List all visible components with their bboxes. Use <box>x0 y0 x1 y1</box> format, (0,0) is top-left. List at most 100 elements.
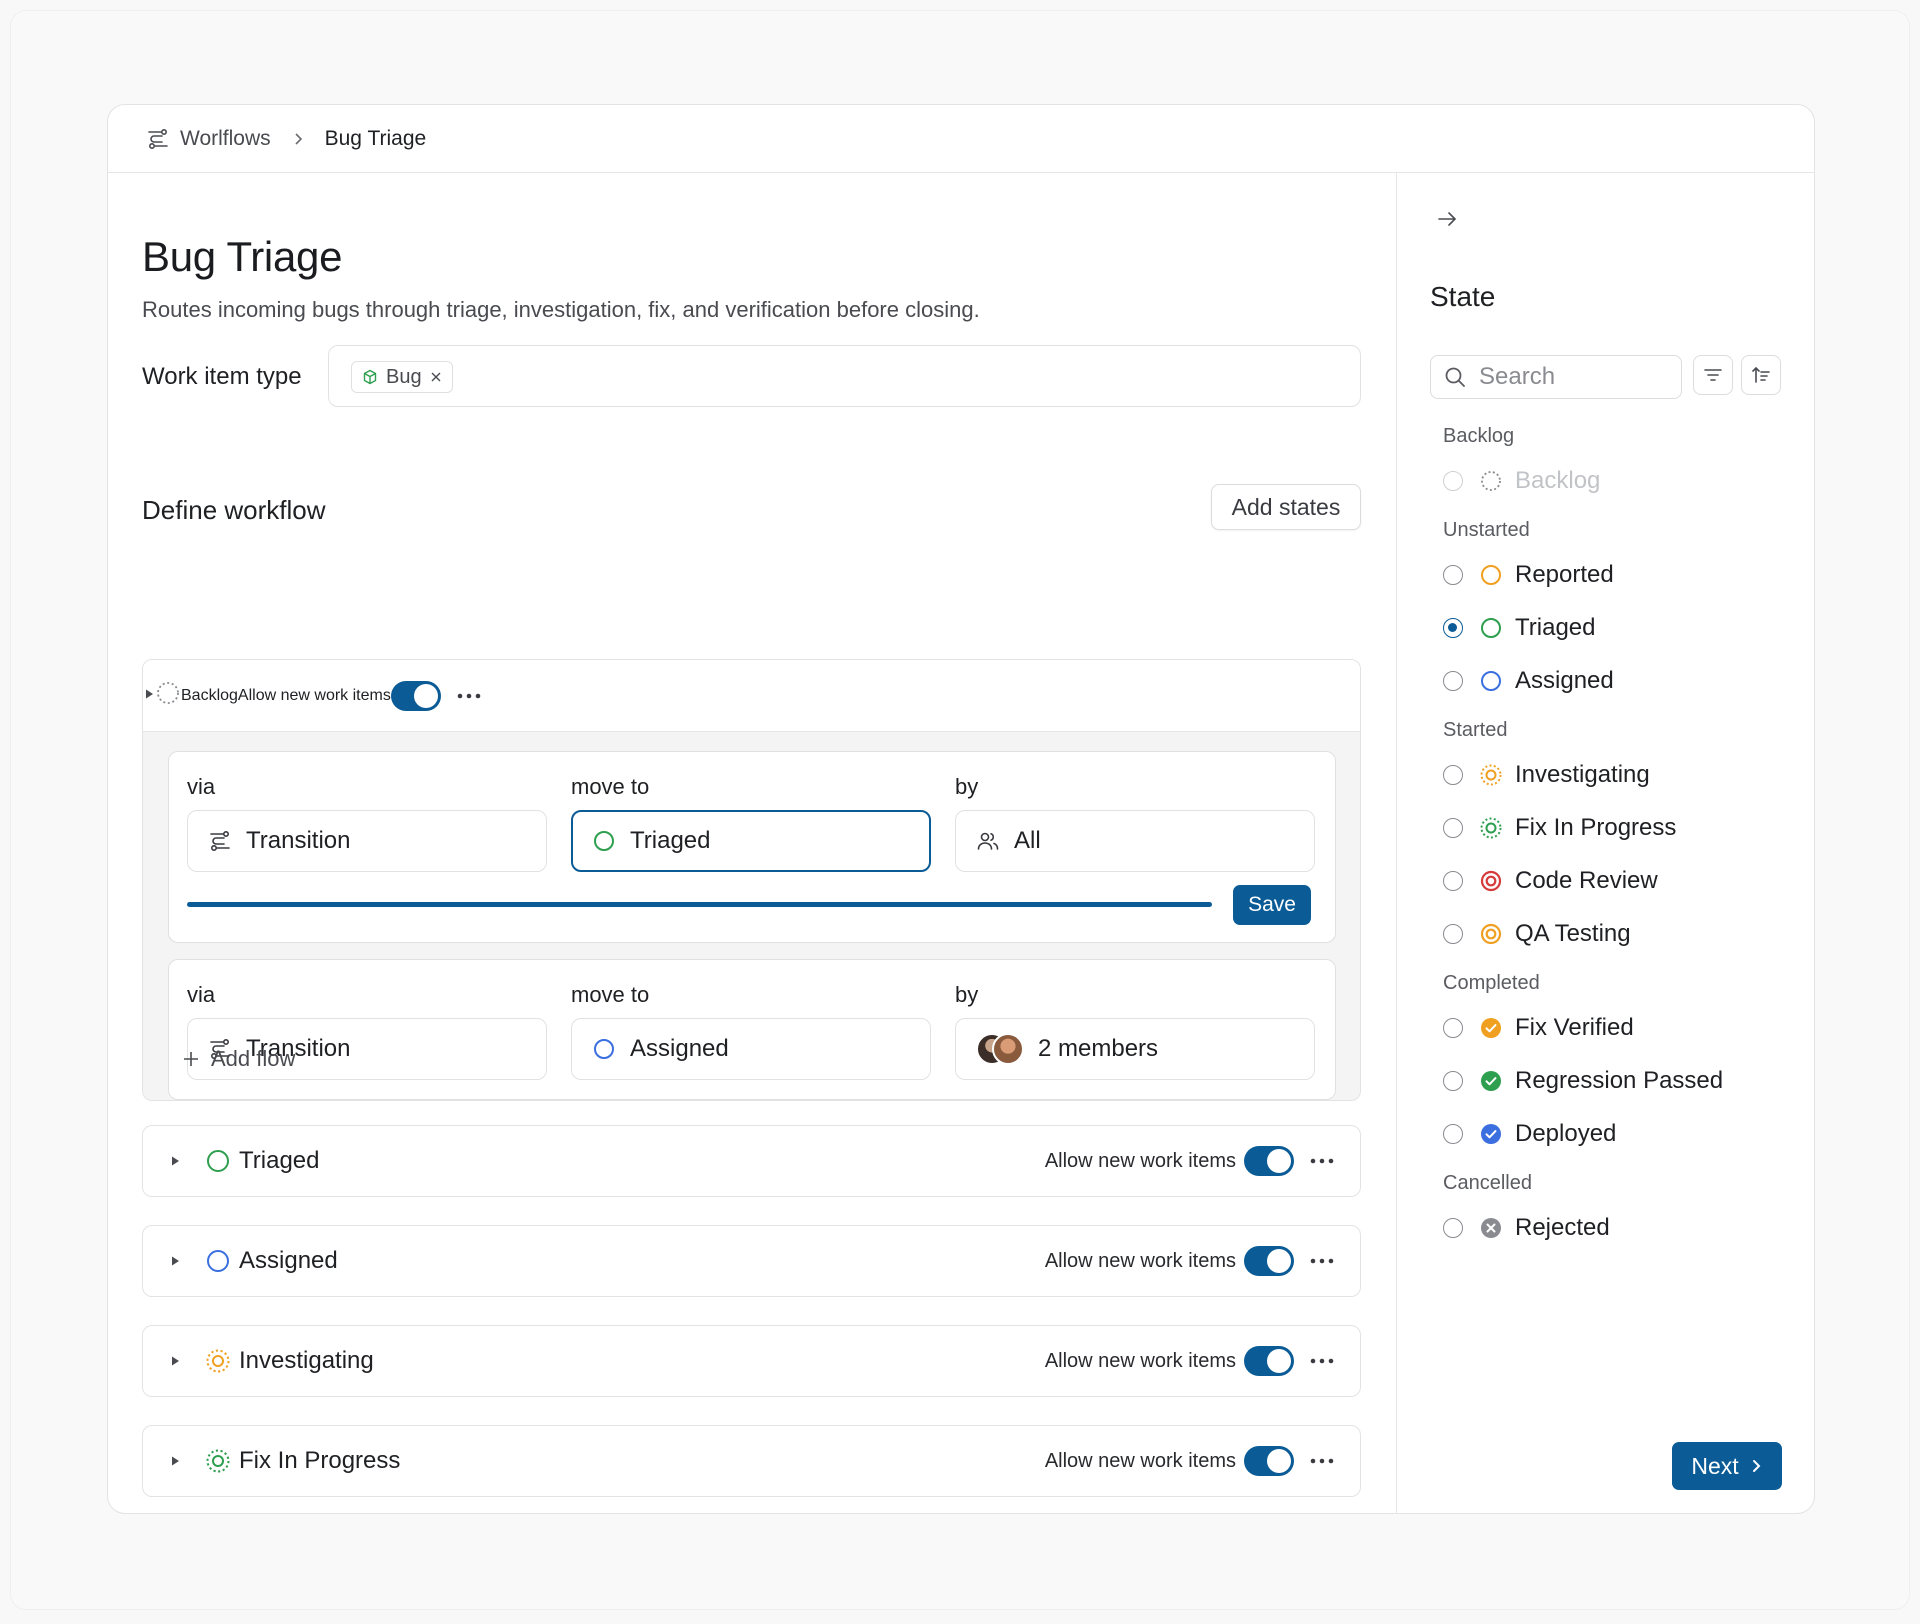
caret-right-icon[interactable] <box>169 1255 197 1267</box>
radio[interactable] <box>1443 1018 1463 1038</box>
radio[interactable] <box>1443 818 1463 838</box>
by-label: by <box>955 982 979 1007</box>
check-circle-icon <box>1479 1122 1503 1146</box>
via-label: via <box>187 982 216 1007</box>
radio[interactable] <box>1443 871 1463 891</box>
caret-right-icon[interactable] <box>143 687 155 705</box>
x-circle-icon <box>1479 1216 1503 1240</box>
by-select[interactable]: 2 members <box>955 1018 1315 1080</box>
option-label: Fix Verified <box>1515 1014 1634 1041</box>
flow-card: via move to by Transition Assigned 2 mem… <box>168 959 1336 1100</box>
cube-icon <box>362 369 378 385</box>
via-select[interactable]: Transition <box>187 810 547 872</box>
radio-selected[interactable] <box>1443 618 1463 638</box>
state-option-code-review[interactable]: Code Review <box>1443 866 1658 896</box>
radio[interactable] <box>1443 1124 1463 1144</box>
option-label: Reported <box>1515 561 1614 588</box>
add-flow-button[interactable]: Add flow <box>183 1046 295 1072</box>
triaged-circle-icon <box>205 1148 231 1174</box>
state-row-investigating[interactable]: Investigating Allow new work items <box>142 1325 1361 1397</box>
move-to-value: Triaged <box>630 827 711 854</box>
investigating-progress-icon <box>205 1348 231 1374</box>
allow-new-work-items-toggle[interactable] <box>1244 1446 1294 1476</box>
option-label: QA Testing <box>1515 920 1631 947</box>
by-select[interactable]: All <box>955 810 1315 872</box>
allow-new-work-items-toggle[interactable] <box>1244 1146 1294 1176</box>
state-name: Investigating <box>239 1347 374 1374</box>
move-to-label: move to <box>571 774 650 799</box>
state-option-deployed[interactable]: Deployed <box>1443 1119 1616 1149</box>
reported-circle-icon <box>1479 563 1503 587</box>
fix-in-progress-icon <box>205 1448 231 1474</box>
filter-button[interactable] <box>1693 355 1733 395</box>
more-options-icon[interactable] <box>1310 1458 1336 1464</box>
state-option-fix-in-progress[interactable]: Fix In Progress <box>1443 813 1676 843</box>
workflow-editor-card: Worlflows Bug Triage Bug Triage Routes i… <box>107 104 1815 1514</box>
next-button[interactable]: Next <box>1672 1442 1782 1490</box>
chip-label: Bug <box>386 365 422 388</box>
state-row-backlog-expanded: Backlog Allow new work items via move to… <box>142 659 1361 1101</box>
caret-right-icon[interactable] <box>169 1355 197 1367</box>
move-to-select[interactable]: Triaged <box>571 810 931 872</box>
state-option-assigned[interactable]: Assigned <box>1443 666 1614 696</box>
state-name: Triaged <box>239 1147 320 1174</box>
radio[interactable] <box>1443 671 1463 691</box>
more-options-icon[interactable] <box>1310 1258 1336 1264</box>
state-row-assigned[interactable]: Assigned Allow new work items <box>142 1225 1361 1297</box>
option-label: Rejected <box>1515 1214 1610 1241</box>
radio[interactable] <box>1443 765 1463 785</box>
radio[interactable] <box>1443 1071 1463 1091</box>
caret-right-icon[interactable] <box>169 1155 197 1167</box>
state-option-triaged[interactable]: Triaged <box>1443 613 1595 643</box>
by-value: All <box>1014 827 1041 854</box>
chevron-right-icon <box>1749 1459 1763 1473</box>
radio[interactable] <box>1443 1218 1463 1238</box>
save-button[interactable]: Save <box>1233 885 1311 925</box>
move-to-select[interactable]: Assigned <box>571 1018 931 1080</box>
work-item-type-field[interactable]: Bug <box>328 345 1361 407</box>
state-option-investigating[interactable]: Investigating <box>1443 760 1650 790</box>
state-option-regression-passed[interactable]: Regression Passed <box>1443 1066 1723 1096</box>
workflow-icon <box>146 127 170 151</box>
state-name: Backlog <box>181 686 238 704</box>
state-option-rejected[interactable]: Rejected <box>1443 1213 1610 1243</box>
remove-chip-icon[interactable] <box>430 371 442 383</box>
more-options-icon[interactable] <box>1310 1158 1336 1164</box>
breadcrumb: Worlflows Bug Triage <box>108 105 1814 173</box>
state-row-triaged[interactable]: Triaged Allow new work items <box>142 1125 1361 1197</box>
state-option-fix-verified[interactable]: Fix Verified <box>1443 1013 1634 1043</box>
state-row-header[interactable]: Backlog Allow new work items <box>143 660 1360 732</box>
allow-new-work-items-toggle[interactable] <box>1244 1246 1294 1276</box>
breadcrumb-workflows-link[interactable]: Worlflows <box>180 127 271 151</box>
allow-new-work-items-toggle[interactable] <box>1244 1346 1294 1376</box>
allow-new-work-items-label: Allow new work items <box>237 686 391 704</box>
option-label: Investigating <box>1515 761 1650 788</box>
more-options-icon[interactable] <box>1310 1358 1336 1364</box>
progress-bar <box>187 902 1212 907</box>
define-workflow-heading: Define workflow <box>142 495 326 525</box>
search-field[interactable] <box>1430 355 1682 399</box>
caret-right-icon[interactable] <box>169 1455 197 1467</box>
check-circle-icon <box>1479 1069 1503 1093</box>
state-option-qa-testing[interactable]: QA Testing <box>1443 919 1631 949</box>
member-avatars <box>976 1032 1024 1066</box>
sort-button[interactable] <box>1741 355 1781 395</box>
fix-in-progress-icon <box>1479 816 1503 840</box>
state-row-fix-in-progress[interactable]: Fix In Progress Allow new work items <box>142 1425 1361 1497</box>
check-circle-icon <box>1479 1016 1503 1040</box>
users-icon <box>976 829 1000 853</box>
search-input[interactable] <box>1479 363 1659 391</box>
state-name: Fix In Progress <box>239 1447 401 1474</box>
state-option-reported[interactable]: Reported <box>1443 560 1614 590</box>
arrow-right-icon[interactable] <box>1435 207 1459 231</box>
radio[interactable] <box>1443 565 1463 585</box>
more-options-icon[interactable] <box>457 693 483 699</box>
group-label-unstarted: Unstarted <box>1443 519 1530 541</box>
add-states-button[interactable]: Add states <box>1211 484 1361 530</box>
allow-new-work-items-label: Allow new work items <box>1044 1449 1236 1472</box>
via-label: via <box>187 774 216 799</box>
radio[interactable] <box>1443 924 1463 944</box>
move-to-value: Assigned <box>630 1035 729 1062</box>
allow-new-work-items-toggle[interactable] <box>390 680 441 711</box>
option-label: Triaged <box>1515 614 1596 641</box>
